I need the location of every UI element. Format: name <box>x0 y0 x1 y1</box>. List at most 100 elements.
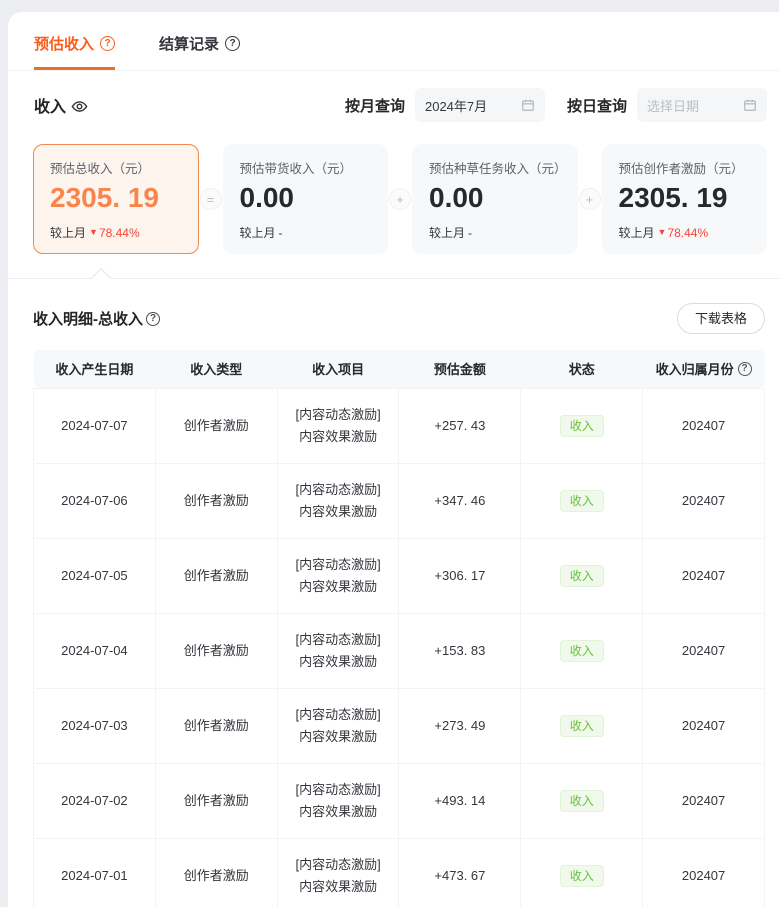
cell-income-project: [内容动态激励]内容效果激励 <box>277 538 399 613</box>
cell-income-project: [内容动态激励]内容效果激励 <box>277 388 399 463</box>
income-title: 收入 <box>34 93 88 117</box>
card-label: 预估带货收入（元） <box>240 158 372 177</box>
card-seeding-task-income[interactable]: 预估种草任务收入（元） 0.00 较上月 - <box>412 144 578 254</box>
cell-income-type: 创作者激励 <box>155 388 277 463</box>
change-value: 78.44% <box>667 226 708 240</box>
income-title-label: 收入 <box>34 93 66 117</box>
income-detail-header: 收入明细-总收入 ? 下载表格 <box>8 279 779 334</box>
cell-month: 202407 <box>643 613 765 688</box>
project-line: [内容动态激励] <box>278 854 399 875</box>
month-picker-input[interactable]: 2024年7月 <box>415 88 545 122</box>
header-status: 状态 <box>521 350 643 388</box>
cell-income-type: 创作者激励 <box>155 538 277 613</box>
cell-amount: +257. 43 <box>399 388 521 463</box>
tab-settlement-records[interactable]: 结算记录 ? <box>159 33 240 70</box>
cell-income-project: [内容动态激励]内容效果激励 <box>277 838 399 907</box>
project-line: [内容动态激励] <box>278 554 399 575</box>
card-label: 预估创作者激励（元） <box>619 158 751 177</box>
card-value: 0.00 <box>240 182 372 214</box>
status-badge: 收入 <box>560 865 604 887</box>
help-icon[interactable]: ? <box>738 362 752 376</box>
cards-divider <box>8 278 779 279</box>
cell-amount: +493. 14 <box>399 763 521 838</box>
table-row: 2024-07-06创作者激励[内容动态激励]内容效果激励+347. 46收入2… <box>34 463 765 538</box>
cell-status: 收入 <box>521 613 643 688</box>
equals-icon: = <box>200 188 222 210</box>
project-line: [内容动态激励] <box>278 779 399 800</box>
cell-status: 收入 <box>521 838 643 907</box>
table-row: 2024-07-07创作者激励[内容动态激励]内容效果激励+257. 43 收入 2… <box>34 388 765 463</box>
status-badge: 收入 <box>560 415 604 437</box>
eye-icon[interactable] <box>71 98 88 115</box>
project-line: 内容效果激励 <box>278 876 399 897</box>
card-label: 预估总收入（元） <box>50 158 182 177</box>
project-line: [内容动态激励] <box>278 404 399 425</box>
calendar-icon <box>521 98 535 112</box>
card-footer: 较上月 ▼78.44% <box>50 224 182 241</box>
cell-income-project: [内容动态激励]内容效果激励 <box>277 688 399 763</box>
cell-month: 202407 <box>643 763 765 838</box>
cell-status: 收入 <box>521 463 643 538</box>
month-picker-value: 2024年7月 <box>425 96 487 115</box>
table-row: 2024-07-01创作者激励[内容动态激励]内容效果激励+473. 67收入2… <box>34 838 765 907</box>
header-income-project: 收入项目 <box>277 350 399 388</box>
tab-settlement-records-label: 结算记录 <box>159 33 219 54</box>
income-detail-title: 收入明细-总收入 ? <box>33 308 160 329</box>
income-detail-title-label: 收入明细-总收入 <box>33 308 143 329</box>
cell-income-type: 创作者激励 <box>155 763 277 838</box>
cell-income-date: 2024-07-06 <box>34 463 156 538</box>
calendar-icon <box>743 98 757 112</box>
toolbar: 收入 按月查询 2024年7月 按日查询 <box>8 71 779 122</box>
cell-status: 收入 <box>521 688 643 763</box>
cell-month: 202407 <box>643 538 765 613</box>
change-value: - <box>279 226 283 240</box>
card-footer-label: 较上月 <box>619 224 655 241</box>
project-line: [内容动态激励] <box>278 704 399 725</box>
cell-income-date: 2024-07-07 <box>34 388 156 463</box>
card-goods-income[interactable]: 预估带货收入（元） 0.00 较上月 - <box>223 144 389 254</box>
help-icon[interactable]: ? <box>100 36 115 51</box>
card-footer: 较上月 - <box>429 224 561 241</box>
day-picker-input[interactable]: 选择日期 <box>637 88 767 122</box>
cell-month: 202407 <box>643 688 765 763</box>
income-table-head: 收入产生日期 收入类型 收入项目 预估金额 状态 收入归属月份? <box>34 350 765 388</box>
header-row: 收入产生日期 收入类型 收入项目 预估金额 状态 收入归属月份? <box>34 350 765 388</box>
cell-income-type: 创作者激励 <box>155 463 277 538</box>
cell-income-project: [内容动态激励]内容效果激励 <box>277 763 399 838</box>
plus-icon: + <box>579 188 601 210</box>
main-panel: 预估收入 ? 结算记录 ? 收入 按月查询 2024年7月 <box>8 12 779 907</box>
help-icon[interactable]: ? <box>225 36 240 51</box>
header-income-type: 收入类型 <box>155 350 277 388</box>
tab-estimated-income[interactable]: 预估收入 ? <box>34 33 115 70</box>
help-icon[interactable]: ? <box>146 312 160 326</box>
income-table: 收入产生日期 收入类型 收入项目 预估金额 状态 收入归属月份? 2024-07… <box>33 350 765 907</box>
change-down: ▼78.44% <box>89 226 140 240</box>
card-value: 2305. 19 <box>619 182 751 214</box>
cell-month: 202407 <box>643 388 765 463</box>
cell-income-date: 2024-07-02 <box>34 763 156 838</box>
day-query-label: 按日查询 <box>567 95 627 116</box>
table-row: 2024-07-03创作者激励[内容动态激励]内容效果激励+273. 49收入2… <box>34 688 765 763</box>
cell-income-type: 创作者激励 <box>155 613 277 688</box>
header-income-month: 收入归属月份? <box>643 350 765 388</box>
download-table-button[interactable]: 下载表格 <box>677 303 765 334</box>
project-line: 内容效果激励 <box>278 726 399 747</box>
project-line: 内容效果激励 <box>278 801 399 822</box>
cell-income-date: 2024-07-04 <box>34 613 156 688</box>
status-badge: 收入 <box>560 490 604 512</box>
card-footer-label: 较上月 <box>50 224 86 241</box>
plus-icon: + <box>389 188 411 210</box>
status-badge: 收入 <box>560 640 604 662</box>
cell-amount: +153. 83 <box>399 613 521 688</box>
header-income-date: 收入产生日期 <box>34 350 156 388</box>
card-total-income[interactable]: 预估总收入（元） 2305. 19 较上月 ▼78.44% <box>33 144 199 254</box>
card-footer: 较上月 - <box>240 224 372 241</box>
day-picker-placeholder: 选择日期 <box>647 96 699 115</box>
cell-amount: +473. 67 <box>399 838 521 907</box>
cell-month: 202407 <box>643 838 765 907</box>
card-creator-incentive[interactable]: 预估创作者激励（元） 2305. 19 较上月 ▼78.44% <box>602 144 768 254</box>
project-line: 内容效果激励 <box>278 576 399 597</box>
card-footer: 较上月 ▼78.44% <box>619 224 751 241</box>
status-badge: 收入 <box>560 790 604 812</box>
cell-income-project: [内容动态激励]内容效果激励 <box>277 463 399 538</box>
